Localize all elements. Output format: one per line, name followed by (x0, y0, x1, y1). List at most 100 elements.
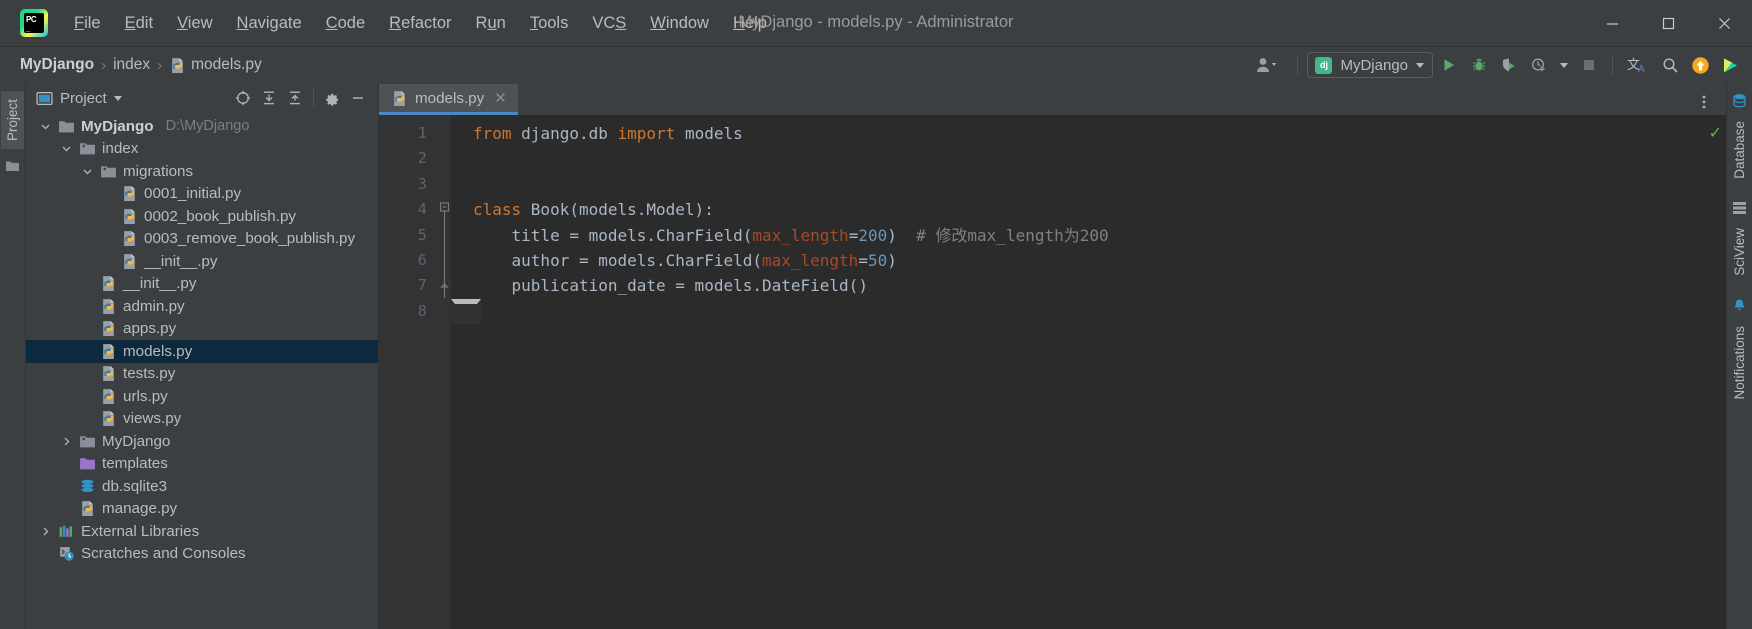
menu-run[interactable]: Run (464, 10, 518, 37)
profile-dropdown-icon[interactable] (1555, 52, 1573, 78)
line-number[interactable]: 2 (379, 146, 437, 171)
minimize-button[interactable] (1584, 0, 1640, 47)
code-content[interactable]: from django.db import models class Book(… (451, 115, 1726, 629)
code-line[interactable]: publication_date = models.DateField() (451, 273, 1726, 298)
chevron-down-icon[interactable] (59, 143, 73, 154)
tree-item-mydjango[interactable]: MyDjango D:\MyDjango (26, 115, 378, 138)
sidebar-item-notifications[interactable]: Notifications (1728, 318, 1751, 408)
fold-collapse-icon[interactable] (437, 197, 451, 222)
menu-navigate[interactable]: Navigate (225, 10, 314, 37)
sidebar-item-database[interactable]: Database (1728, 113, 1751, 187)
code-token: Book(models.Model): (530, 200, 714, 220)
gear-icon[interactable] (320, 87, 344, 109)
folder-source-icon (80, 143, 95, 155)
menu-tools[interactable]: Tools (518, 10, 581, 37)
collapse-all-icon[interactable] (283, 87, 307, 109)
chevron-down-icon[interactable] (80, 166, 94, 177)
project-tree[interactable]: MyDjango D:\MyDjango index migrations 0001_i… (26, 113, 378, 629)
menu-window[interactable]: Window (638, 10, 721, 37)
tree-item-apps-py[interactable]: apps.py (26, 318, 378, 341)
menu-refactor[interactable]: Refactor (377, 10, 463, 37)
tree-item-models-py[interactable]: models.py (26, 340, 378, 363)
profile-icon[interactable] (1525, 52, 1553, 78)
more-options-icon[interactable] (1690, 89, 1718, 115)
tree-item-views-py[interactable]: views.py (26, 408, 378, 431)
tree-item--init-py[interactable]: __init__.py (26, 273, 378, 296)
chevron-right-icon[interactable] (59, 436, 73, 447)
code-line[interactable] (451, 172, 1726, 197)
tree-item-external-libraries[interactable]: External Libraries (26, 520, 378, 543)
maximize-button[interactable] (1640, 0, 1696, 47)
line-number[interactable]: 5 (379, 223, 437, 248)
menu-help[interactable]: Help (721, 10, 779, 37)
tree-item-0001-initial-py[interactable]: 0001_initial.py (26, 183, 378, 206)
tree-item-urls-py[interactable]: urls.py (26, 385, 378, 408)
chevron-right-icon[interactable] (38, 526, 52, 537)
tree-item-manage-py[interactable]: manage.py (26, 498, 378, 521)
menu-code[interactable]: Code (314, 10, 377, 37)
update-available-icon[interactable] (1686, 52, 1714, 78)
code-line[interactable]: class Book(models.Model): (451, 197, 1726, 222)
line-number[interactable]: 6 (379, 248, 437, 273)
run-with-coverage-icon[interactable] (1495, 52, 1523, 78)
search-everywhere-icon[interactable] (1656, 52, 1684, 78)
minimize-icon[interactable] (346, 87, 370, 109)
user-account-icon[interactable] (1248, 52, 1288, 78)
menu-vcs[interactable]: VCS (580, 10, 638, 37)
tree-item-mydjango[interactable]: MyDjango (26, 430, 378, 453)
sidebar-item-project[interactable]: Project (1, 91, 24, 150)
folder-strip-icon[interactable] (5, 159, 20, 178)
menu-edit[interactable]: Edit (113, 10, 165, 37)
tree-item-admin-py[interactable]: admin.py (26, 295, 378, 318)
navigation-bar: MyDjango › index › models.py dj MyDjango… (0, 47, 1752, 83)
code-line[interactable]: author = models.CharField(max_length=50) (451, 248, 1726, 273)
code-line[interactable] (451, 146, 1726, 171)
editor-tab-models[interactable]: models.py ✕ (379, 84, 518, 115)
tree-item-templates[interactable]: templates (26, 453, 378, 476)
line-number[interactable]: 7 (379, 273, 437, 298)
line-number[interactable]: 4 (379, 197, 437, 222)
stop-icon[interactable] (1575, 52, 1603, 78)
sciview-icon[interactable] (1732, 201, 1747, 220)
tree-item-tests-py[interactable]: tests.py (26, 363, 378, 386)
chevron-down-icon[interactable] (38, 121, 52, 132)
menu-view[interactable]: View (165, 10, 224, 37)
scratches-icon (60, 547, 74, 561)
code-line[interactable] (451, 298, 481, 325)
sidebar-item-sciview[interactable]: SciView (1728, 220, 1751, 284)
tree-item-migrations[interactable]: migrations (26, 160, 378, 183)
breadcrumb-item-project[interactable]: MyDjango (16, 54, 98, 76)
menu-file[interactable]: File (62, 10, 113, 37)
tree-item-0003-remove-book-publish-py[interactable]: 0003_remove_book_publish.py (26, 228, 378, 251)
code-token: models (684, 124, 743, 143)
tree-item-db-sqlite3[interactable]: db.sqlite3 (26, 475, 378, 498)
tree-item--init-py[interactable]: __init__.py (26, 250, 378, 273)
code-folding-column[interactable] (437, 115, 451, 629)
run-icon[interactable] (1435, 52, 1463, 78)
tree-item-0002-book-publish-py[interactable]: 0002_book_publish.py (26, 205, 378, 228)
panel-divider (313, 88, 314, 108)
fold-end-marker[interactable] (437, 273, 451, 299)
breadcrumb-item-index[interactable]: index (109, 54, 154, 76)
breadcrumb-item-file[interactable]: models.py (165, 54, 266, 76)
translate-icon[interactable]: 文 A (1622, 52, 1654, 78)
database-icon[interactable] (1732, 93, 1747, 113)
run-configuration-selector[interactable]: dj MyDjango (1307, 52, 1433, 78)
code-line[interactable]: title = models.CharField(max_length=200)… (451, 223, 1726, 248)
code-editor[interactable]: 12345678 from django.db import models cl… (379, 115, 1726, 629)
line-number[interactable]: 3 (379, 172, 437, 197)
chevron-down-icon[interactable] (113, 95, 122, 101)
tree-item-scratches-and-consoles[interactable]: Scratches and Consoles (26, 543, 378, 566)
error-stripe-marker-bar[interactable]: ✓ (1709, 115, 1726, 629)
close-icon[interactable]: ✕ (491, 89, 510, 107)
debug-icon[interactable] (1465, 52, 1493, 78)
code-line[interactable]: from django.db import models (451, 121, 1726, 146)
ide-plugin-icon[interactable] (1716, 52, 1744, 78)
expand-all-icon[interactable] (257, 87, 281, 109)
line-number[interactable]: 8 (379, 299, 437, 324)
close-button[interactable] (1696, 0, 1752, 47)
tree-item-index[interactable]: index (26, 138, 378, 161)
notifications-icon[interactable] (1732, 298, 1747, 318)
line-number[interactable]: 1 (379, 121, 437, 146)
locate-target-icon[interactable] (231, 87, 255, 109)
